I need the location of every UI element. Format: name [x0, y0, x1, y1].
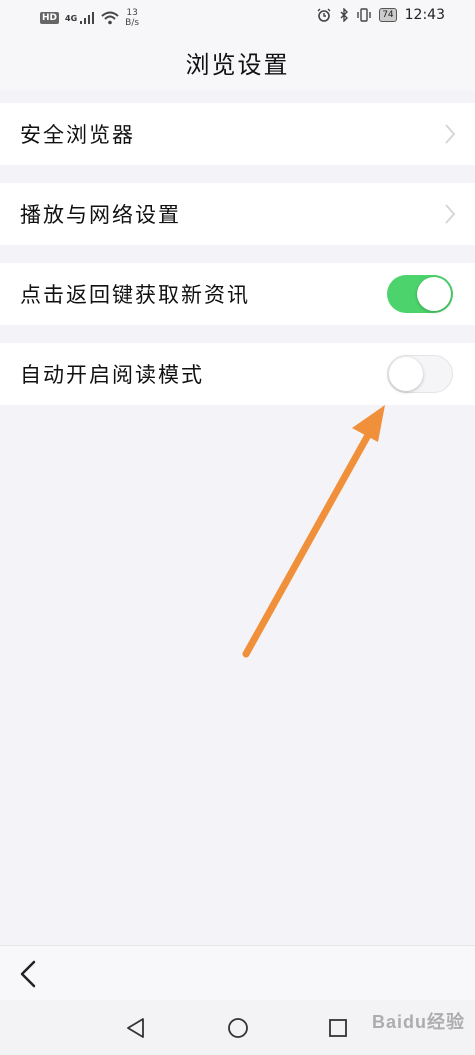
bottom-toolbar — [0, 945, 475, 1001]
network-type: 4G — [65, 13, 78, 23]
nav-recents-icon[interactable] — [326, 1016, 350, 1040]
toggle-knob — [417, 277, 451, 311]
status-bar: HD 4G 13 B/s 74 12:43 — [0, 0, 475, 34]
setting-label: 自动开启阅读模式 — [20, 363, 204, 387]
hd-badge: HD — [40, 12, 60, 24]
bluetooth-icon — [340, 8, 349, 22]
setting-row-back-key-refresh: 点击返回键获取新资讯 — [0, 263, 475, 325]
setting-label: 安全浏览器 — [20, 123, 135, 147]
back-arrow-icon[interactable] — [14, 958, 44, 990]
page-header: 浏览设置 — [0, 34, 475, 90]
chevron-right-icon — [445, 204, 456, 224]
alarm-icon — [317, 8, 331, 22]
battery-icon: 74 — [379, 8, 397, 22]
system-nav-bar: Baidu经验 — [0, 1000, 475, 1055]
wifi-icon — [101, 11, 119, 25]
auto-reading-mode-toggle[interactable] — [387, 355, 453, 393]
back-key-refresh-toggle[interactable] — [387, 275, 453, 313]
setting-row-safe-browser[interactable]: 安全浏览器 — [0, 103, 475, 165]
status-left: HD 4G 13 B/s — [40, 8, 139, 28]
setting-label: 播放与网络设置 — [20, 203, 181, 227]
network-speed: 13 B/s — [125, 8, 139, 28]
screen: HD 4G 13 B/s 74 12:43 浏览设置 安全浏览器 播放与网络设置… — [0, 0, 475, 1055]
toggle-knob — [389, 357, 423, 391]
setting-row-auto-reading-mode: 自动开启阅读模式 — [0, 343, 475, 405]
setting-row-playback-network[interactable]: 播放与网络设置 — [0, 183, 475, 245]
status-right: 74 12:43 — [317, 7, 445, 23]
page-title: 浏览设置 — [185, 50, 290, 79]
chevron-right-icon — [445, 124, 456, 144]
nav-back-icon[interactable] — [124, 1016, 148, 1040]
watermark: Baidu经验 — [371, 1012, 465, 1032]
setting-label: 点击返回键获取新资讯 — [20, 283, 250, 307]
speed-unit: B/s — [125, 18, 140, 28]
nav-home-icon[interactable] — [226, 1016, 250, 1040]
clock: 12:43 — [404, 7, 445, 23]
vibrate-icon — [357, 8, 371, 22]
signal-icon — [80, 12, 95, 24]
speed-value: 13 — [126, 8, 138, 18]
